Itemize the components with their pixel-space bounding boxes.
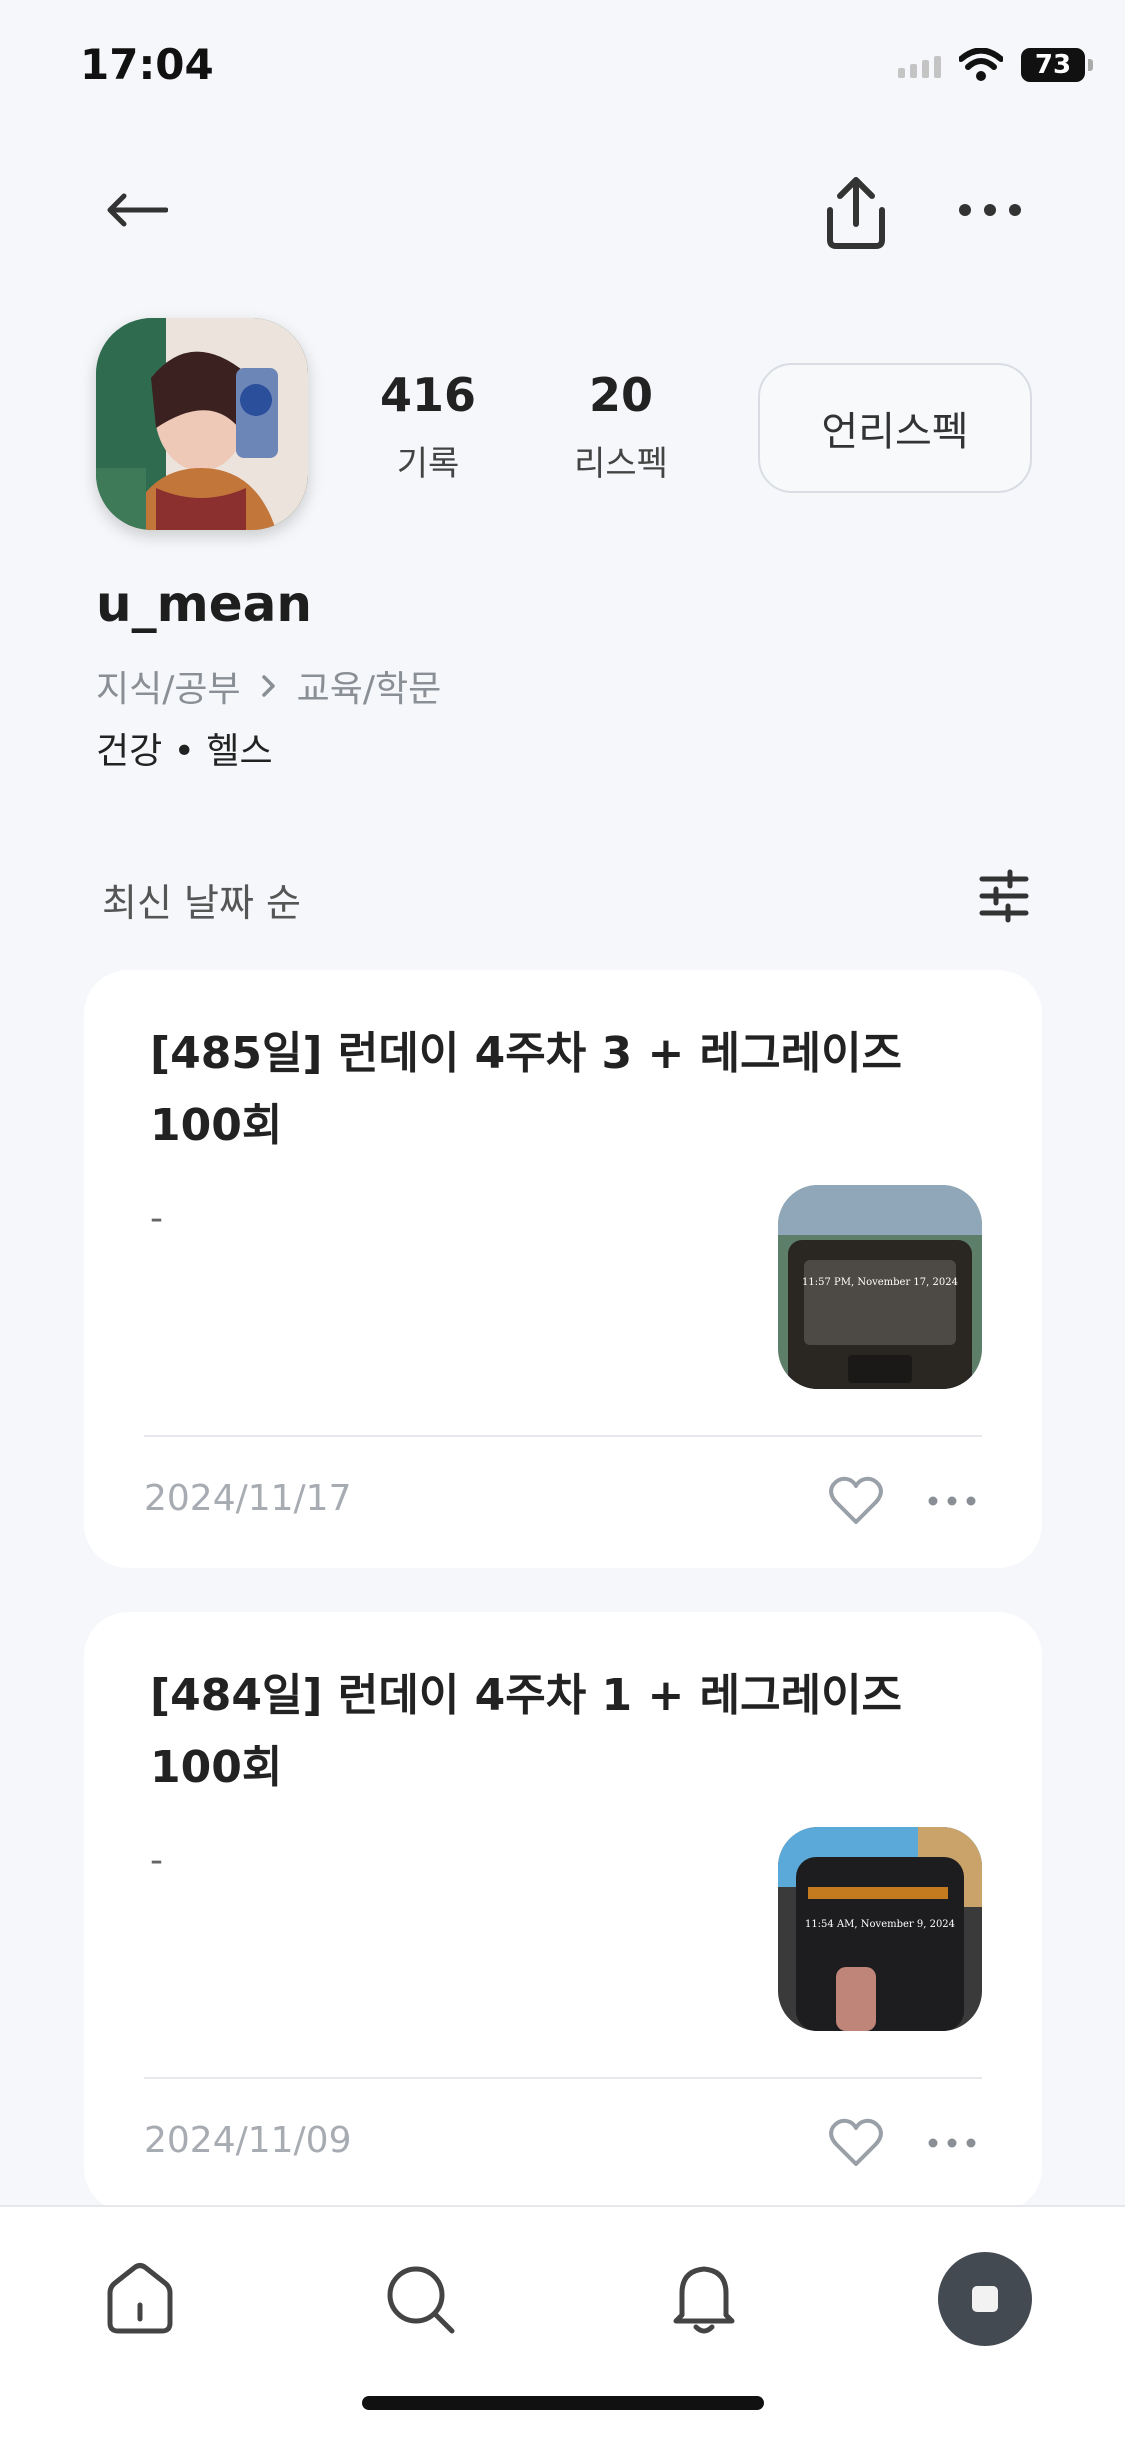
tab-home[interactable] bbox=[96, 2255, 184, 2343]
filter-icon bbox=[979, 869, 1029, 923]
post-title: [484일] 런데이 4주차 1 + 레그레이즈 100회 bbox=[150, 1670, 903, 1793]
post-thumbnail: 11:57 PM, November 17, 2024 bbox=[778, 1185, 982, 1389]
home-icon bbox=[107, 2263, 173, 2334]
post-more-button[interactable] bbox=[928, 2128, 976, 2158]
post-description: - bbox=[150, 1840, 163, 1881]
lispec-stat[interactable]: 20 리스펙 bbox=[556, 368, 686, 485]
unspec-button[interactable]: 언리스펙 bbox=[758, 363, 1032, 493]
filter-button[interactable] bbox=[976, 866, 1032, 926]
username: u_mean bbox=[96, 575, 312, 633]
records-stat[interactable]: 416 기록 bbox=[368, 368, 488, 485]
wifi-icon bbox=[959, 48, 1003, 81]
sort-label[interactable]: 최신 날짜 순 bbox=[102, 872, 301, 927]
post-card[interactable]: [484일] 런데이 4주차 1 + 레그레이즈 100회 - 11:54 AM… bbox=[84, 1612, 1042, 2212]
tab-search[interactable] bbox=[376, 2255, 464, 2343]
category-parent: 지식/공부 bbox=[96, 669, 241, 710]
post-thumbnail: 11:54 AM, November 9, 2024 bbox=[778, 1827, 982, 2031]
back-button[interactable] bbox=[96, 180, 176, 240]
post-description: - bbox=[150, 1198, 163, 1239]
search-icon bbox=[387, 2266, 455, 2334]
heart-icon bbox=[829, 1476, 883, 1524]
card-divider bbox=[144, 1435, 982, 1437]
status-indicators: 73 bbox=[898, 48, 1093, 82]
post-date: 2024/11/09 bbox=[144, 2120, 352, 2161]
like-button[interactable] bbox=[828, 1475, 884, 1527]
bell-icon bbox=[673, 2266, 735, 2334]
share-icon bbox=[827, 177, 885, 249]
post-date: 2024/11/17 bbox=[144, 1478, 352, 1519]
lispec-count: 20 bbox=[588, 368, 653, 422]
share-button[interactable] bbox=[812, 168, 900, 256]
more-icon bbox=[959, 204, 1021, 216]
profile-avatar[interactable] bbox=[96, 318, 308, 530]
card-divider bbox=[144, 2077, 982, 2079]
more-icon bbox=[928, 2138, 976, 2148]
home-indicator bbox=[362, 2396, 764, 2410]
lispec-label: 리스펙 bbox=[574, 444, 668, 484]
category-child: 교육/학문 bbox=[296, 669, 442, 710]
thumbnail-caption: 11:54 AM, November 9, 2024 bbox=[804, 1919, 956, 1930]
profile-tags: 건강 • 헬스 bbox=[96, 731, 273, 772]
avatar-image bbox=[96, 318, 308, 530]
more-button[interactable] bbox=[950, 180, 1030, 240]
status-time: 17:04 bbox=[80, 40, 214, 89]
cellular-signal-icon bbox=[898, 52, 941, 78]
post-more-button[interactable] bbox=[928, 1486, 976, 1516]
more-icon bbox=[928, 1496, 976, 1506]
tab-notifications[interactable] bbox=[660, 2255, 748, 2343]
category-breadcrumb: 지식/공부 교육/학문 bbox=[96, 660, 441, 712]
heart-icon bbox=[829, 2118, 883, 2166]
post-card[interactable]: [485일] 런데이 4주차 3 + 레그레이즈 100회 - 11:57 PM… bbox=[84, 970, 1042, 1568]
battery-icon: 73 bbox=[1021, 48, 1093, 82]
chevron-right-icon bbox=[261, 675, 275, 697]
records-count: 416 bbox=[379, 368, 477, 422]
thumbnail-caption: 11:57 PM, November 17, 2024 bbox=[802, 1277, 958, 1288]
profile-icon bbox=[972, 2286, 998, 2312]
tab-profile[interactable] bbox=[938, 2252, 1032, 2346]
like-button[interactable] bbox=[828, 2117, 884, 2169]
records-label: 기록 bbox=[396, 444, 460, 484]
back-arrow-icon bbox=[107, 193, 168, 227]
post-title: [485일] 런데이 4주차 3 + 레그레이즈 100회 bbox=[150, 1028, 903, 1151]
